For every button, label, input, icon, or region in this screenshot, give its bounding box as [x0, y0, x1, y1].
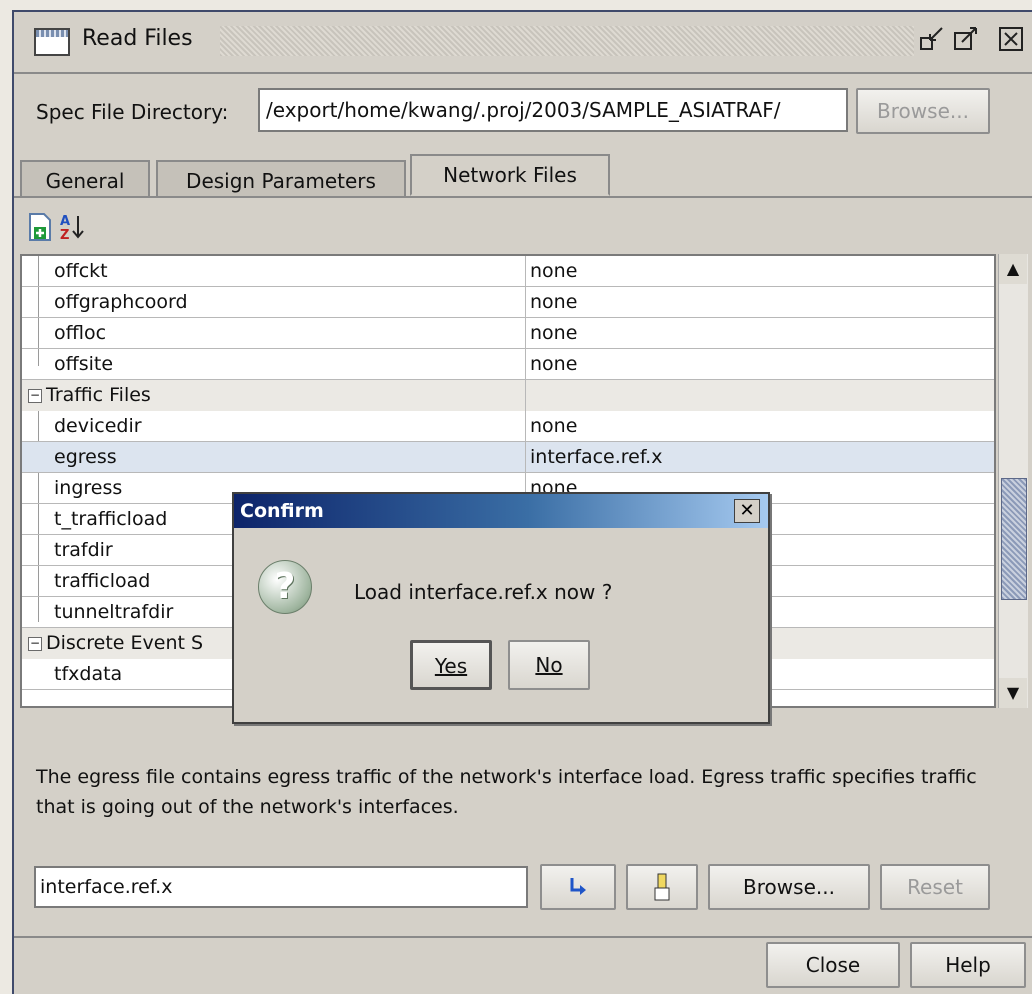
title-bar[interactable]: Read Files [14, 12, 1032, 74]
svg-text:A: A [60, 214, 70, 229]
table-row[interactable]: devicedir none [22, 411, 994, 442]
row-value[interactable]: none [526, 411, 994, 442]
table-scrollbar[interactable]: ▲ ▼ [998, 254, 1028, 708]
tab-general[interactable]: General [20, 160, 150, 198]
minimize-icon[interactable] [918, 24, 948, 54]
browse-file-button[interactable]: Browse... [708, 864, 870, 910]
apply-value-button[interactable] [540, 864, 616, 910]
property-description: The egress file contains egress traffic … [36, 766, 977, 818]
scroll-up-arrow-icon[interactable]: ▲ [999, 254, 1027, 284]
question-icon: ? [258, 560, 312, 614]
file-editor-icon [650, 873, 674, 913]
file-value-field[interactable]: interface.ref.x [34, 866, 528, 908]
dialog-title: Confirm [240, 500, 324, 522]
window-left-border [0, 0, 14, 994]
tab-strip-border [14, 196, 1032, 198]
row-name: offsite [22, 349, 526, 380]
row-name: egress [22, 442, 526, 473]
row-value[interactable]: none [526, 256, 994, 287]
reset-button[interactable]: Reset [880, 864, 990, 910]
table-row[interactable]: offckt none [22, 256, 994, 287]
row-value[interactable]: none [526, 318, 994, 349]
table-row[interactable]: offloc none [22, 318, 994, 349]
dialog-close-icon[interactable]: ✕ [734, 499, 760, 523]
help-button[interactable]: Help [910, 942, 1026, 988]
row-name: offloc [22, 318, 526, 349]
collapse-icon[interactable]: − [28, 636, 42, 651]
confirm-dialog: Confirm ✕ ? Load interface.ref.x now ? Y… [232, 492, 770, 724]
row-name: offgraphcoord [22, 287, 526, 318]
yes-button[interactable]: Yes [410, 640, 492, 690]
row-value [526, 380, 994, 411]
window-top-border [12, 0, 1032, 12]
table-row[interactable]: offsite none [22, 349, 994, 380]
group-label: Discrete Event S [46, 632, 204, 654]
svg-text:Z: Z [60, 228, 69, 242]
table-row-selected[interactable]: egress interface.ref.x [22, 442, 994, 473]
table-group-row[interactable]: − Traffic Files [22, 380, 994, 411]
yes-label: Yes [434, 654, 468, 678]
row-name: devicedir [22, 411, 526, 442]
group-label: Traffic Files [46, 384, 151, 406]
apply-arrow-icon [566, 878, 590, 913]
row-value[interactable]: none [526, 349, 994, 380]
row-value[interactable]: none [526, 287, 994, 318]
no-button[interactable]: No [508, 640, 590, 690]
dialog-message: Load interface.ref.x now ? [354, 580, 613, 604]
maximize-icon[interactable] [952, 24, 982, 54]
spec-browse-button[interactable]: Browse... [856, 88, 990, 134]
sort-az-icon[interactable]: AZ [58, 212, 88, 246]
tab-design-parameters[interactable]: Design Parameters [156, 160, 406, 198]
tab-network-files[interactable]: Network Files [410, 154, 610, 196]
add-file-icon[interactable] [28, 212, 54, 246]
scroll-down-arrow-icon[interactable]: ▼ [999, 678, 1027, 708]
window-frame-icon [34, 28, 70, 56]
table-row[interactable]: offgraphcoord none [22, 287, 994, 318]
close-button[interactable]: Close [766, 942, 900, 988]
spec-file-directory-label: Spec File Directory: [36, 100, 229, 124]
footer-separator [14, 936, 1032, 938]
no-label: No [535, 653, 563, 677]
close-window-icon[interactable] [996, 24, 1026, 54]
row-value[interactable]: interface.ref.x [526, 442, 994, 473]
spec-file-directory-field[interactable]: /export/home/kwang/.proj/2003/SAMPLE_ASI… [258, 88, 848, 132]
scroll-thumb[interactable] [1001, 478, 1027, 600]
row-name: offckt [22, 256, 526, 287]
edit-file-button[interactable] [626, 864, 698, 910]
read-files-window: Read Files Spec File Directory: /export/… [0, 0, 1032, 994]
group-name: − Traffic Files [22, 380, 526, 411]
window-title: Read Files [82, 26, 193, 51]
title-bar-grip[interactable] [220, 26, 914, 56]
collapse-icon[interactable]: − [28, 388, 42, 403]
dialog-title-bar[interactable]: Confirm ✕ [234, 494, 768, 528]
